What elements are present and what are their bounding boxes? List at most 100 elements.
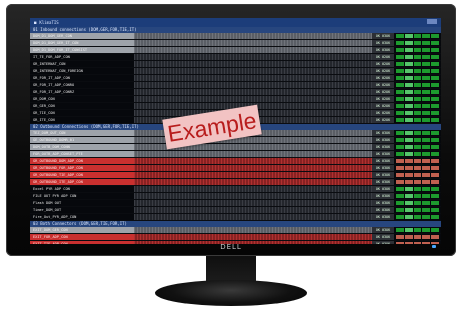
status-cell[interactable] [431, 235, 439, 239]
status-cell[interactable] [431, 187, 439, 191]
status-cell[interactable] [404, 201, 413, 205]
status-cell[interactable] [413, 69, 422, 73]
status-cell[interactable] [422, 97, 431, 101]
status-cell[interactable] [404, 187, 413, 191]
status-cell[interactable] [404, 104, 413, 108]
status-cell[interactable] [431, 145, 439, 149]
status-cell[interactable] [422, 152, 431, 156]
status-cell[interactable] [422, 235, 431, 239]
status-cell[interactable] [422, 138, 431, 142]
connection-row[interactable]: EXIT_FOR_ADP_CON OK 03OK [30, 234, 441, 241]
status-cell[interactable] [404, 69, 413, 73]
status-cell[interactable] [396, 166, 404, 170]
connection-row[interactable]: EXIT_DOM_GER_CON OK 03OK [30, 227, 441, 234]
status-cell[interactable] [413, 76, 422, 80]
status-cell[interactable] [404, 138, 413, 142]
status-cell[interactable] [431, 194, 439, 198]
connection-row[interactable]: GR_OUTBOUND_FOR_ADP_CON OK 03OK [30, 165, 441, 172]
status-cell[interactable] [396, 159, 404, 163]
status-cell[interactable] [413, 55, 422, 59]
status-cell[interactable] [396, 194, 404, 198]
status-cell[interactable] [396, 111, 404, 115]
status-cell[interactable] [404, 62, 413, 66]
connection-row[interactable]: GR_DOM_CON OK 02OK [30, 96, 441, 103]
status-cell[interactable] [404, 118, 413, 122]
status-cell[interactable] [413, 194, 422, 198]
status-cell[interactable] [422, 215, 431, 219]
status-cell[interactable] [404, 152, 413, 156]
status-cell[interactable] [431, 41, 439, 45]
status-cell[interactable] [422, 76, 431, 80]
status-cell[interactable] [431, 152, 439, 156]
status-cell[interactable] [413, 208, 422, 212]
status-cell[interactable] [404, 55, 413, 59]
status-cell[interactable] [404, 111, 413, 115]
status-cell[interactable] [413, 215, 422, 219]
connection-row[interactable]: DOM_D1_DOM_GER_CON OK 03OK [30, 33, 441, 40]
status-cell[interactable] [413, 62, 422, 66]
connection-row[interactable]: DOM_D1_DOM_GER_IT_CON OK 03OK [30, 40, 441, 47]
status-cell[interactable] [413, 131, 422, 135]
status-cell[interactable] [422, 41, 431, 45]
status-cell[interactable] [396, 180, 404, 184]
status-cell[interactable] [396, 242, 404, 244]
status-cell[interactable] [404, 48, 413, 52]
status-cell[interactable] [413, 166, 422, 170]
status-cell[interactable] [396, 152, 404, 156]
status-cell[interactable] [413, 104, 422, 108]
status-cell[interactable] [413, 242, 422, 244]
status-cell[interactable] [422, 173, 431, 177]
status-cell[interactable] [404, 208, 413, 212]
status-cell[interactable] [431, 208, 439, 212]
status-cell[interactable] [396, 228, 404, 232]
connection-row[interactable]: Excel PYR ADP CON OK 03OK [30, 186, 441, 193]
status-cell[interactable] [413, 34, 422, 38]
status-cell[interactable] [404, 159, 413, 163]
status-cell[interactable] [413, 173, 422, 177]
status-cell[interactable] [431, 97, 439, 101]
status-cell[interactable] [422, 131, 431, 135]
connection-row[interactable]: Flash DOM OUT OK 03OK [30, 200, 441, 207]
status-cell[interactable] [413, 180, 422, 184]
status-cell[interactable] [431, 104, 439, 108]
status-cell[interactable] [431, 34, 439, 38]
status-cell[interactable] [422, 69, 431, 73]
window-controls[interactable] [427, 18, 437, 27]
status-cell[interactable] [422, 201, 431, 205]
status-cell[interactable] [396, 118, 404, 122]
status-cell[interactable] [431, 62, 439, 66]
status-cell[interactable] [422, 166, 431, 170]
status-cell[interactable] [431, 69, 439, 73]
status-cell[interactable] [422, 48, 431, 52]
connection-row[interactable]: IT_TE_FOR_ADP_CON OK 02OK [30, 54, 441, 61]
connection-row[interactable]: GR_FOR_IT_ADP_CON OK 02OK [30, 75, 441, 82]
status-cell[interactable] [431, 48, 439, 52]
status-cell[interactable] [422, 242, 431, 244]
status-cell[interactable] [404, 145, 413, 149]
minimize-button[interactable] [427, 19, 437, 24]
status-cell[interactable] [404, 131, 413, 135]
status-cell[interactable] [413, 41, 422, 45]
status-cell[interactable] [404, 83, 413, 87]
status-cell[interactable] [396, 34, 404, 38]
status-cell[interactable] [404, 242, 413, 244]
status-cell[interactable] [396, 41, 404, 45]
status-cell[interactable] [422, 55, 431, 59]
status-cell[interactable] [396, 173, 404, 177]
status-cell[interactable] [422, 104, 431, 108]
status-cell[interactable] [431, 55, 439, 59]
status-cell[interactable] [396, 48, 404, 52]
connection-row[interactable]: GR_FOR_IT_ADP_CONRZ OK 02OK [30, 89, 441, 96]
status-cell[interactable] [404, 41, 413, 45]
status-cell[interactable] [431, 131, 439, 135]
status-cell[interactable] [431, 180, 439, 184]
connection-row[interactable]: FOR_OUTB_ADP_CONSET_PTE OK 03OK [30, 151, 441, 158]
status-cell[interactable] [413, 235, 422, 239]
connection-row[interactable]: GR_OUTBOUND_DOM_ADP_CON OK 03OK [30, 158, 441, 165]
connection-row[interactable]: GR_INTERNAT_CON_FOREIGN OK 02OK [30, 68, 441, 75]
status-cell[interactable] [404, 166, 413, 170]
status-cell[interactable] [396, 131, 404, 135]
status-cell[interactable] [413, 138, 422, 142]
status-cell[interactable] [404, 215, 413, 219]
status-cell[interactable] [404, 173, 413, 177]
